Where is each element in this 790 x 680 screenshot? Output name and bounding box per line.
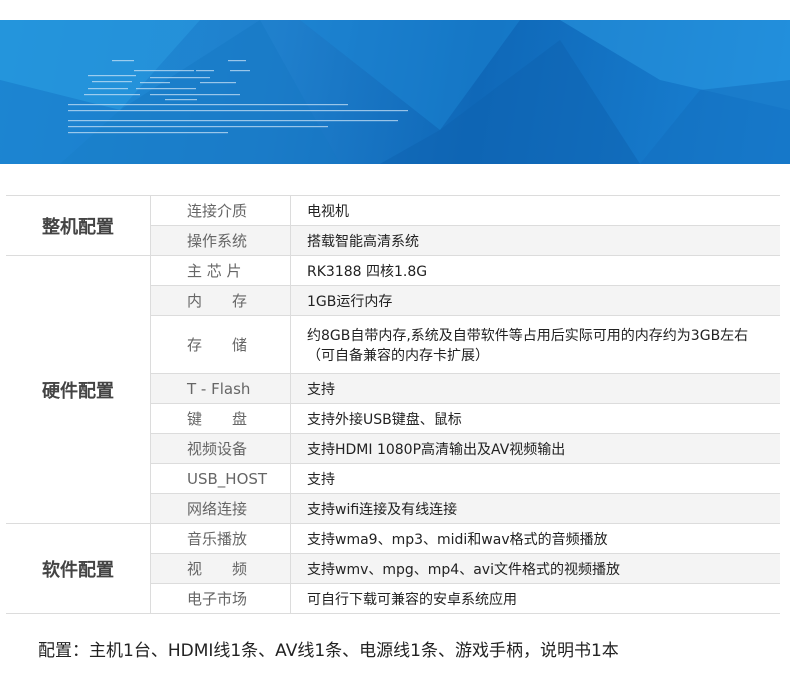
row-value: RK3188 四核1.8G — [290, 255, 780, 286]
row-label: USB_HOST — [150, 463, 291, 494]
row-value: 支持wmv、mpg、mp4、avi文件格式的视频播放 — [290, 553, 780, 584]
row-label: 连接介质 — [150, 195, 291, 226]
row-value: 1GB运行内存 — [290, 285, 780, 316]
row-label: 操作系统 — [150, 225, 291, 256]
row-value-line-2: （可自备兼容的内存卡扩展） — [307, 347, 489, 364]
row-value: 支持wma9、mp3、midi和wav格式的音频播放 — [290, 523, 780, 554]
package-contents-line: 配置：主机1台、HDMI线1条、AV线1条、电源线1条、游戏手柄，说明书1本 — [38, 641, 619, 661]
row-value: 电视机 — [290, 195, 780, 226]
row-label: T - Flash — [150, 373, 291, 404]
row-value: 支持HDMI 1080P高清输出及AV视频输出 — [290, 433, 780, 464]
row-value: 支持外接USB键盘、鼠标 — [290, 403, 780, 434]
row-value: 约8GB自带内存,系统及自带软件等占用后实际可用的内存约为3GB左右 （可自备兼… — [290, 315, 780, 374]
row-label: 主 芯 片 — [150, 255, 291, 286]
row-value: 支持 — [290, 373, 780, 404]
row-label: 音乐播放 — [150, 523, 291, 554]
row-value: 可自行下载可兼容的安卓系统应用 — [290, 583, 780, 614]
row-label: 视 频 — [150, 553, 291, 584]
banner-polygon-graphic — [0, 20, 790, 164]
spec-table: 整机配置 连接介质 电视机 操作系统 搭载智能高清系统 硬件配置 主 芯 片 R… — [6, 195, 780, 614]
group-label-whole-machine: 整机配置 — [6, 195, 151, 256]
row-value: 支持 — [290, 463, 780, 494]
row-label: 键 盘 — [150, 403, 291, 434]
group-label-software: 软件配置 — [6, 523, 151, 614]
row-value: 支持wifi连接及有线连接 — [290, 493, 780, 524]
row-label: 内 存 — [150, 285, 291, 316]
row-label: 网络连接 — [150, 493, 291, 524]
row-value: 搭载智能高清系统 — [290, 225, 780, 256]
row-label: 存 储 — [150, 315, 291, 374]
row-label: 视频设备 — [150, 433, 291, 464]
row-value-line-1: 约8GB自带内存,系统及自带软件等占用后实际可用的内存约为3GB左右 — [307, 327, 749, 344]
group-label-hardware: 硬件配置 — [6, 255, 151, 524]
row-label: 电子市场 — [150, 583, 291, 614]
header-banner — [0, 20, 790, 164]
